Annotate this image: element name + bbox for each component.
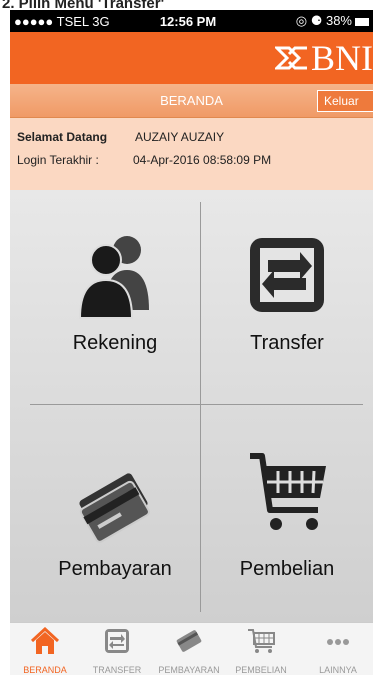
shopping-cart-icon xyxy=(250,453,326,530)
shopping-cart-icon xyxy=(248,629,275,653)
transfer-icon xyxy=(105,629,129,653)
users-icon xyxy=(78,236,149,319)
menu-pembayaran[interactable]: Pembayaran xyxy=(30,466,200,581)
main-menu-grid: Rekening Transfer Pembayaran Pembelian xyxy=(10,190,373,622)
battery-icon xyxy=(355,17,369,26)
bottom-tab-bar: BERANDA TRANSFER PEMBAYARAN PEMBELIAN LA… xyxy=(10,622,373,675)
carrier-signal: ●●●●● TSEL 3G xyxy=(14,13,110,29)
user-info-panel: Selamat Datang AUZAIY AUZAIY Login Terak… xyxy=(10,118,373,190)
nav-bar: BERANDA Keluar xyxy=(10,84,373,118)
last-login-value: 04-Apr-2016 08:58:09 PM xyxy=(133,153,272,167)
menu-pembelian-label: Pembelian xyxy=(239,558,335,580)
payment-card-icon xyxy=(176,630,202,652)
transfer-icon xyxy=(250,238,324,312)
welcome-row: Selamat Datang AUZAIY AUZAIY xyxy=(17,130,224,144)
bni-logo-icon xyxy=(275,46,307,70)
tab-transfer[interactable]: TRANSFER xyxy=(82,623,152,675)
last-login-label: Login Terakhir : xyxy=(17,153,99,167)
menu-rekening[interactable]: Rekening xyxy=(30,230,200,355)
tab-pembelian[interactable]: PEMBELIAN xyxy=(226,623,296,675)
tab-lainnya[interactable]: LAINNYA xyxy=(303,623,373,675)
tab-transfer-label: TRANSFER xyxy=(92,665,142,675)
tab-pembayaran[interactable]: PEMBAYARAN xyxy=(154,623,224,675)
last-login-row: Login Terakhir : 04-Apr-2016 08:58:09 PM xyxy=(17,153,271,167)
menu-rekening-label: Rekening xyxy=(72,332,158,354)
menu-transfer-label: Transfer xyxy=(250,332,324,354)
home-icon xyxy=(30,627,60,654)
tab-beranda[interactable]: BERANDA xyxy=(10,623,80,675)
brand-header: BNI xyxy=(10,32,373,84)
logout-button[interactable]: Keluar xyxy=(317,90,373,112)
brand-name: BNI xyxy=(311,38,373,78)
user-name: AUZAIY AUZAIY xyxy=(135,130,225,144)
tab-pembayaran-label: PEMBAYARAN xyxy=(158,665,220,675)
welcome-label: Selamat Datang xyxy=(17,130,108,144)
menu-pembelian[interactable]: Pembelian xyxy=(201,446,373,581)
menu-pembayaran-label: Pembayaran xyxy=(58,558,172,580)
grid-divider-horizontal xyxy=(30,404,363,405)
tab-lainnya-label: LAINNYA xyxy=(319,665,357,675)
battery-percent: ◎ ⚈ 38% xyxy=(295,13,352,28)
status-bar: ●●●●● TSEL 3G 12:56 PM ◎ ⚈ 38% xyxy=(10,10,373,32)
status-time: 12:56 PM xyxy=(159,13,217,29)
tab-beranda-label: BERANDA xyxy=(23,665,67,675)
more-icon xyxy=(327,639,349,645)
bni-logo: BNI xyxy=(275,40,373,76)
status-indicators: ◎ ⚈ 38% xyxy=(248,13,373,29)
tab-pembelian-label: PEMBELIAN xyxy=(235,665,287,675)
payment-card-icon xyxy=(79,473,150,543)
menu-transfer[interactable]: Transfer xyxy=(201,230,373,355)
